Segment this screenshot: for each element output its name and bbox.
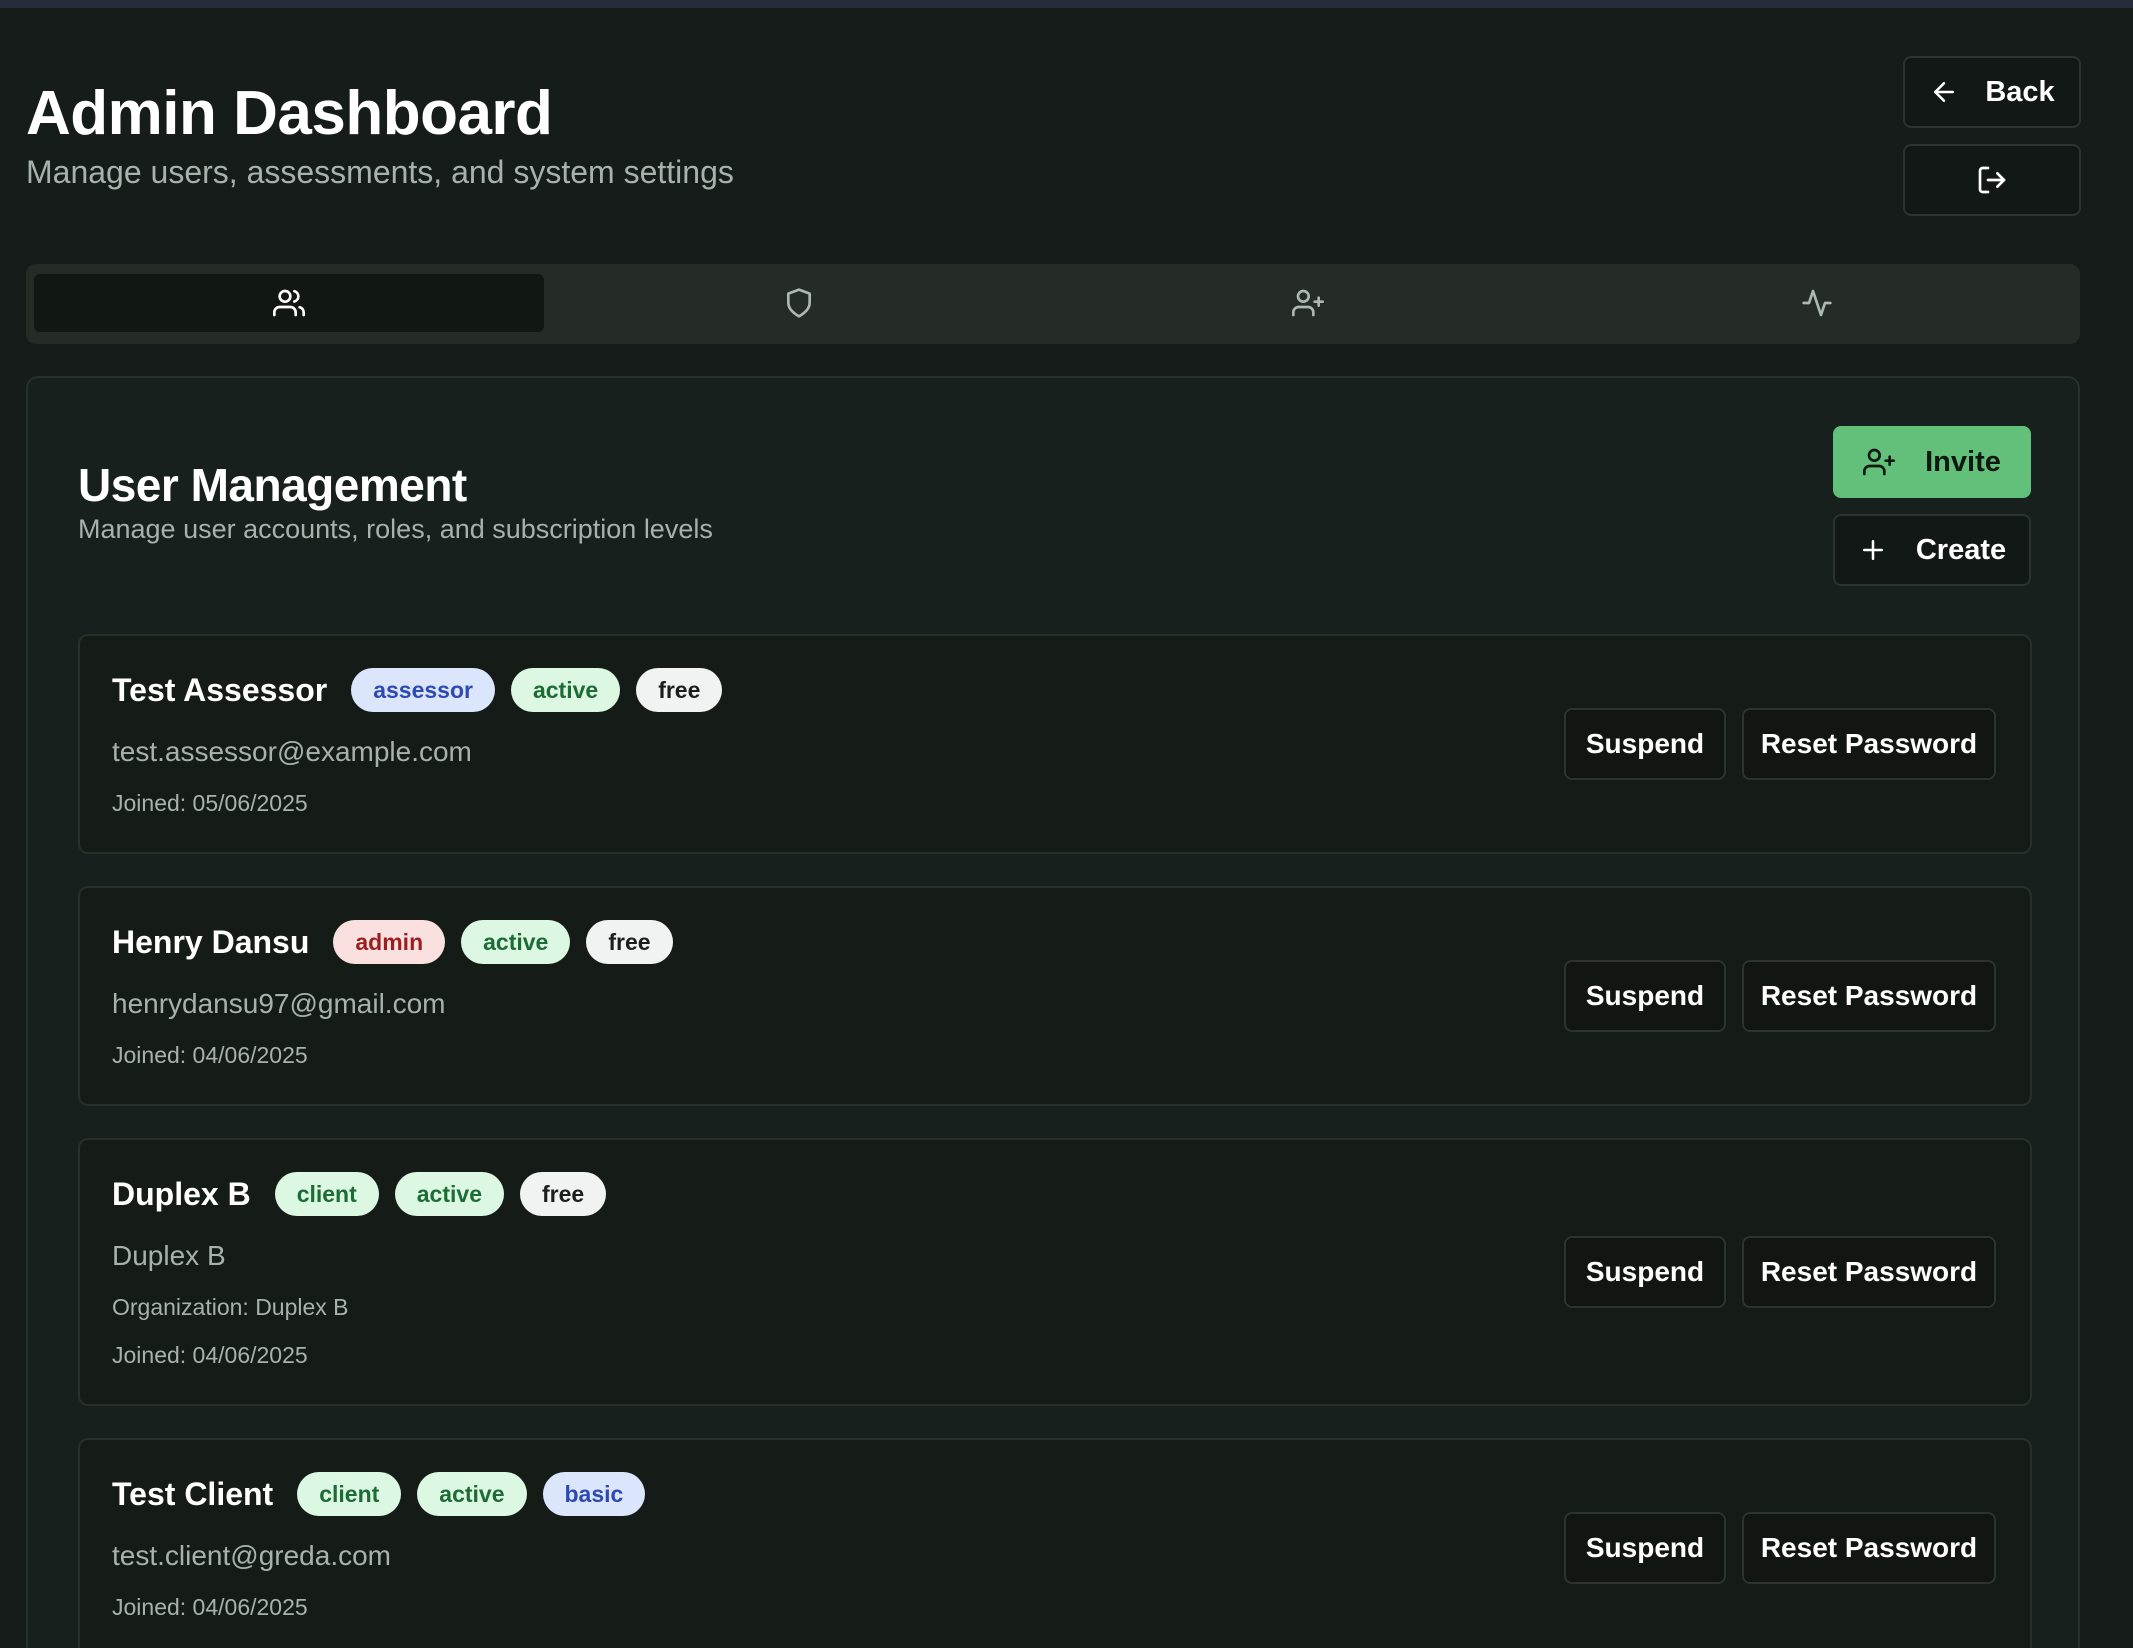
organization: Organization: Duplex B [112,1294,349,1320]
user-name: Test Assessor [112,671,328,708]
suspend-button[interactable]: Suspend [1564,708,1726,780]
user-card: Duplex B client active free Duplex B Org… [78,1138,2032,1406]
user-card: Test Assessor assessor active free test.… [78,634,2032,854]
shield-icon [783,287,815,319]
joined-date: Joined: 04/06/2025 [112,1342,308,1368]
arrow-left-icon [1929,77,1959,107]
status-badge: active [394,1172,504,1216]
user-email: test.client@greda.com [112,1540,391,1571]
plan-badge: free [636,668,723,712]
plan-badge: basic [542,1472,646,1516]
admin-tabs [26,264,2080,344]
status-badge: active [461,920,571,964]
reset-password-button[interactable]: Reset Password [1742,960,1996,1032]
role-badge: client [274,1172,379,1216]
page-subtitle: Manage users, assessments, and system se… [26,154,734,190]
user-email: henrydansu97@gmail.com [112,988,446,1019]
suspend-button[interactable]: Suspend [1564,1236,1726,1308]
role-badge: assessor [351,668,495,712]
user-email: Duplex B [112,1240,226,1271]
logout-button[interactable] [1903,144,2081,216]
user-name: Test Client [112,1475,274,1512]
tab-activity[interactable] [1562,274,2072,332]
status-badge: active [510,668,621,712]
users-icon [273,287,305,319]
user-name: Henry Dansu [112,923,310,960]
reset-password-button[interactable]: Reset Password [1742,1512,1996,1584]
plus-icon [1858,535,1888,565]
role-badge: client [297,1472,402,1516]
create-label: Create [1915,533,2007,566]
user-management-card: User Management Manage user accounts, ro… [26,376,2080,1648]
user-plus-icon [1863,446,1896,478]
tab-users[interactable] [34,274,544,332]
reset-password-button[interactable]: Reset Password [1742,708,1996,780]
user-email: test.assessor@example.com [112,736,472,767]
user-card: Test Client client active basic test.cli… [78,1438,2032,1648]
plan-badge: free [519,1172,607,1216]
tab-assessments[interactable] [544,274,1054,332]
user-name: Duplex B [112,1175,251,1212]
log-out-icon [1976,164,2008,196]
suspend-button[interactable]: Suspend [1564,1512,1726,1584]
back-label: Back [1985,75,2055,108]
reset-password-button[interactable]: Reset Password [1742,1236,1996,1308]
back-button[interactable]: Back [1903,56,2081,128]
window-top-edge [0,0,2133,8]
user-card: Henry Dansu admin active free henrydansu… [78,886,2032,1106]
joined-date: Joined: 04/06/2025 [112,1042,308,1068]
page-title: Admin Dashboard [26,79,553,148]
suspend-button[interactable]: Suspend [1564,960,1726,1032]
section-description: Manage user accounts, roles, and subscri… [78,514,713,544]
invite-button[interactable]: Invite [1833,426,2031,498]
user-plus-icon [1292,287,1324,319]
status-badge: active [417,1472,527,1516]
activity-icon [1801,287,1833,319]
tab-invitations[interactable] [1053,274,1563,332]
create-button[interactable]: Create [1833,514,2031,586]
plan-badge: free [586,920,673,964]
invite-label: Invite [1925,445,2001,478]
joined-date: Joined: 04/06/2025 [112,1594,308,1620]
role-badge: admin [333,920,446,964]
section-title: User Management [78,459,467,511]
joined-date: Joined: 05/06/2025 [112,790,308,816]
